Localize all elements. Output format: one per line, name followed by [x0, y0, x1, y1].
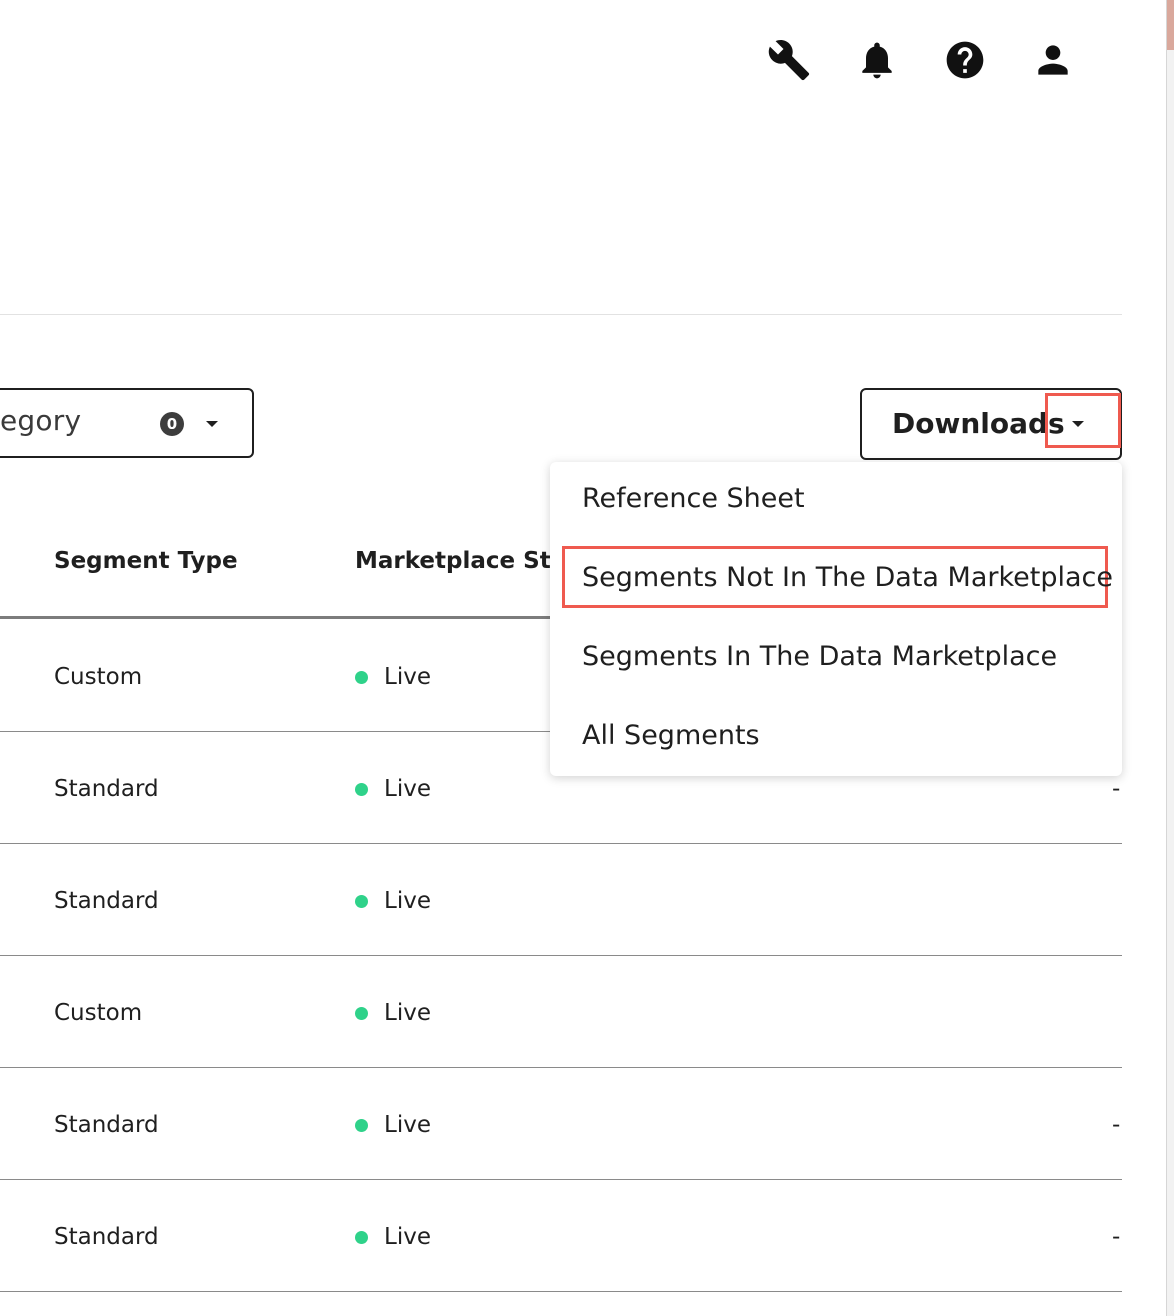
menu-item-segments-not-in-marketplace[interactable]: Segments Not In The Data Marketplace: [582, 562, 1113, 593]
segment-type-cell: Standard: [54, 1112, 159, 1138]
wrench-icon[interactable]: [765, 36, 813, 84]
marketplace-status-cell: Live: [384, 888, 431, 914]
segment-type-cell: Standard: [54, 776, 159, 802]
filter-count-badge: 0: [160, 412, 184, 436]
table-row[interactable]: Standard Live -: [0, 1068, 1122, 1180]
menu-item-reference-sheet[interactable]: Reference Sheet: [582, 483, 805, 514]
downloads-menu: Reference Sheet Segments Not In The Data…: [550, 462, 1122, 776]
marketplace-status-cell: Live: [384, 1224, 431, 1250]
trailing-cell: -: [1112, 1224, 1121, 1250]
live-status-dot: [355, 671, 368, 684]
marketplace-status-cell: Live: [384, 664, 431, 690]
column-header-marketplace-status[interactable]: Marketplace Stat: [355, 548, 577, 574]
window-edge-accent: [1167, 0, 1174, 50]
bell-icon[interactable]: [853, 36, 901, 84]
live-status-dot: [355, 1007, 368, 1020]
live-status-dot: [355, 1231, 368, 1244]
menu-item-segments-in-marketplace[interactable]: Segments In The Data Marketplace: [582, 641, 1057, 672]
segment-type-cell: Standard: [54, 888, 159, 914]
table-row[interactable]: Standard Live -: [0, 1180, 1122, 1292]
trailing-cell: -: [1112, 1112, 1121, 1138]
chevron-down-icon[interactable]: [206, 421, 218, 427]
live-status-dot: [355, 783, 368, 796]
user-icon[interactable]: [1029, 36, 1077, 84]
segment-type-cell: Custom: [54, 1000, 143, 1026]
live-status-dot: [355, 1119, 368, 1132]
window-edge: [1166, 0, 1174, 1316]
section-divider: [0, 314, 1122, 315]
marketplace-status-cell: Live: [384, 1000, 431, 1026]
menu-item-all-segments[interactable]: All Segments: [582, 720, 760, 751]
marketplace-status-cell: Live: [384, 776, 431, 802]
table-row[interactable]: Custom Live: [0, 956, 1122, 1068]
trailing-cell: -: [1112, 776, 1121, 802]
downloads-label: Downloads: [892, 407, 1065, 440]
table-row[interactable]: Standard Live: [0, 844, 1122, 956]
marketplace-status-cell: Live: [384, 1112, 431, 1138]
chevron-down-icon[interactable]: [1072, 421, 1084, 427]
segment-type-cell: Custom: [54, 664, 143, 690]
category-filter-label: egory: [0, 404, 82, 437]
help-icon[interactable]: [941, 36, 989, 84]
column-header-segment-type[interactable]: Segment Type: [54, 548, 238, 574]
segment-type-cell: Standard: [54, 1224, 159, 1250]
live-status-dot: [355, 895, 368, 908]
